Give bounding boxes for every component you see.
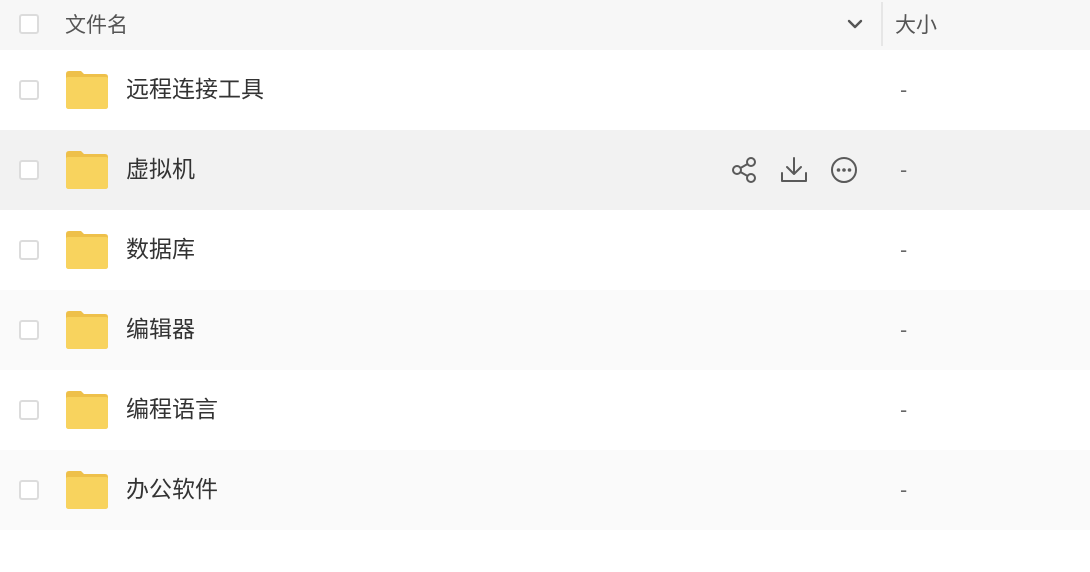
- list-item[interactable]: 数据库 -: [0, 210, 1090, 290]
- column-header-size[interactable]: 大小: [895, 11, 937, 39]
- file-name[interactable]: 编辑器: [126, 315, 195, 345]
- row-checkbox[interactable]: [19, 80, 39, 100]
- file-size: -: [900, 158, 908, 182]
- folder-icon: [65, 70, 109, 110]
- chevron-down-icon[interactable]: [845, 14, 865, 34]
- file-list: 文件名 大小 远程连接工具 - 虚拟机 - 数据库 - 编辑器 - 编程语言 -…: [0, 0, 1090, 572]
- list-header: 文件名 大小: [0, 0, 1090, 50]
- more-icon[interactable]: [828, 154, 860, 186]
- row-checkbox[interactable]: [19, 160, 39, 180]
- file-name[interactable]: 办公软件: [126, 475, 218, 505]
- share-icon[interactable]: [728, 154, 760, 186]
- list-item[interactable]: 编辑器 -: [0, 290, 1090, 370]
- file-size: -: [900, 478, 908, 502]
- file-size: -: [900, 238, 908, 262]
- file-size: -: [900, 398, 908, 422]
- row-checkbox[interactable]: [19, 320, 39, 340]
- folder-icon: [65, 230, 109, 270]
- file-name[interactable]: 数据库: [126, 235, 195, 265]
- file-name[interactable]: 编程语言: [126, 395, 218, 425]
- folder-icon: [65, 470, 109, 510]
- file-name[interactable]: 虚拟机: [126, 155, 195, 185]
- list-item[interactable]: 虚拟机 -: [0, 130, 1090, 210]
- row-checkbox[interactable]: [19, 480, 39, 500]
- file-size: -: [900, 78, 908, 102]
- list-item[interactable]: 远程连接工具 -: [0, 50, 1090, 130]
- list-item[interactable]: 办公软件 -: [0, 450, 1090, 530]
- column-divider[interactable]: [881, 2, 883, 46]
- download-icon[interactable]: [778, 154, 810, 186]
- row-checkbox[interactable]: [19, 400, 39, 420]
- column-header-name[interactable]: 文件名: [65, 11, 128, 39]
- folder-icon: [65, 310, 109, 350]
- select-all-checkbox[interactable]: [19, 14, 39, 34]
- row-checkbox[interactable]: [19, 240, 39, 260]
- folder-icon: [65, 150, 109, 190]
- file-name[interactable]: 远程连接工具: [126, 75, 264, 105]
- list-item[interactable]: 编程语言 -: [0, 370, 1090, 450]
- folder-icon: [65, 390, 109, 430]
- file-size: -: [900, 318, 908, 342]
